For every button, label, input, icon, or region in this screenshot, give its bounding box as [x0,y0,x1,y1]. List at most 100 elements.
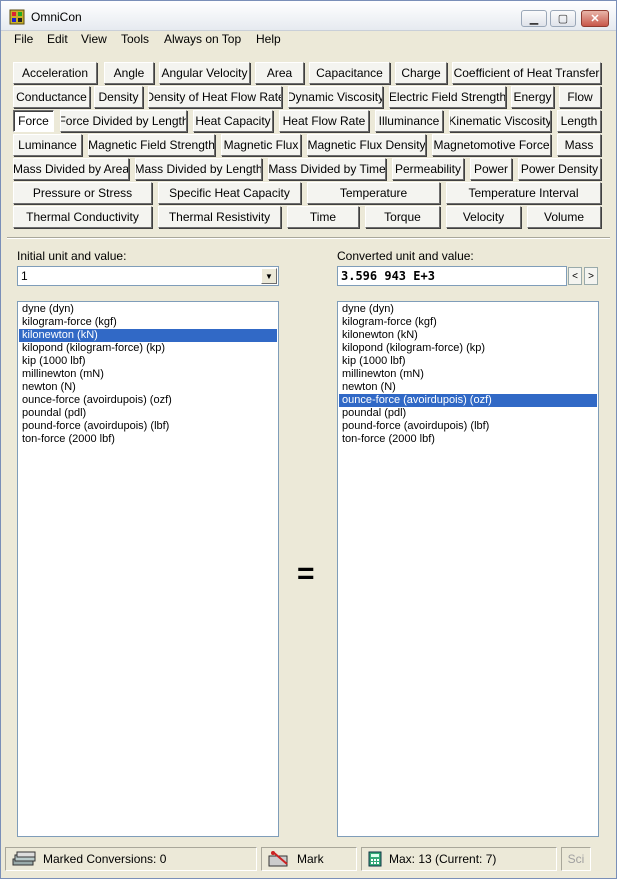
category-luminance[interactable]: Luminance [13,134,82,156]
category-thermal-resistivity[interactable]: Thermal Resistivity [158,206,281,228]
converted-unit-item[interactable]: ton-force (2000 lbf) [339,433,597,446]
converted-unit-list[interactable]: dyne (dyn) kilogram-force (kgf) kilonewton… [337,301,599,837]
category-density-of-heat-flow-rate[interactable]: Density of Heat Flow Rate [148,86,282,108]
category-flow[interactable]: Flow [559,86,601,108]
category-magnetic-field-strength[interactable]: Magnetic Field Strength [88,134,215,156]
category-heat-flow-rate[interactable]: Heat Flow Rate [279,110,369,132]
converted-unit-item[interactable]: pound-force (avoirdupois) (lbf) [339,420,597,433]
initial-unit-item[interactable]: kilogram-force (kgf) [19,316,277,329]
converted-unit-item[interactable]: poundal (pdl) [339,407,597,420]
initial-unit-item[interactable]: ton-force (2000 lbf) [19,433,277,446]
category-temperature[interactable]: Temperature [307,182,440,204]
initial-unit-item[interactable]: ounce-force (avoirdupois) (ozf) [19,394,277,407]
category-velocity[interactable]: Velocity [446,206,521,228]
omnicon-app-icon [9,9,25,25]
mark-icon [268,851,288,867]
chevron-left-icon: < [572,270,578,282]
maximize-button[interactable]: ▢ [550,10,576,27]
precision-panel: Max: 13 (Current: 7) [361,847,557,871]
category-density[interactable]: Density [94,86,143,108]
calculator-icon [368,851,382,867]
category-electric-field-strength[interactable]: Electric Field Strength [389,86,506,108]
marked-conversions-text: Marked Conversions: 0 [43,852,167,866]
category-temperature-interval[interactable]: Temperature Interval [446,182,601,204]
menu-help[interactable]: Help [256,32,281,46]
converted-unit-item[interactable]: kilonewton (kN) [339,329,597,342]
initial-unit-item[interactable]: pound-force (avoirdupois) (lbf) [19,420,277,433]
converted-unit-item[interactable]: kip (1000 lbf) [339,355,597,368]
category-angle[interactable]: Angle [104,62,154,84]
equals-sign: = [297,557,315,590]
initial-unit-item[interactable]: newton (N) [19,381,277,394]
category-specific-heat-capacity[interactable]: Specific Heat Capacity [158,182,301,204]
initial-unit-item[interactable]: kilonewton (kN) [19,329,277,342]
increase-precision-button[interactable]: > [584,267,598,285]
category-volume[interactable]: Volume [527,206,601,228]
initial-unit-item[interactable]: dyne (dyn) [19,303,277,316]
menu-file[interactable]: File [14,32,33,46]
chevron-down-icon[interactable]: ▼ [261,268,277,284]
decrease-precision-button[interactable]: < [568,267,582,285]
category-power-density[interactable]: Power Density [518,158,601,180]
initial-unit-item[interactable]: kip (1000 lbf) [19,355,277,368]
mark-button[interactable]: Mark [261,847,357,871]
category-force-divided-by-length[interactable]: Force Divided by Length [60,110,187,132]
category-torque[interactable]: Torque [365,206,440,228]
initial-unit-item[interactable]: millinewton (mN) [19,368,277,381]
minimize-button[interactable]: ▁ [521,10,547,27]
menu-always-on-top[interactable]: Always on Top [164,32,241,46]
category-acceleration[interactable]: Acceleration [13,62,97,84]
menu-view[interactable]: View [81,32,107,46]
converted-unit-item[interactable]: kilogram-force (kgf) [339,316,597,329]
category-time[interactable]: Time [287,206,359,228]
app-window: OmniCon ▁ ▢ ✕ File Edit View Tools Alway… [0,0,617,879]
category-dynamic-viscosity[interactable]: Dynamic Viscosity [288,86,383,108]
category-illuminance[interactable]: Illuminance [375,110,443,132]
category-thermal-conductivity[interactable]: Thermal Conductivity [13,206,152,228]
category-magnetomotive-force[interactable]: Magnetomotive Force [432,134,551,156]
category-button-panel: Acceleration Angle Angular Velocity Area… [7,57,610,233]
converted-unit-item[interactable]: dyne (dyn) [339,303,597,316]
converted-unit-item[interactable]: newton (N) [339,381,597,394]
converted-value-field[interactable]: 3.596 943 E+3 [337,266,567,286]
category-area[interactable]: Area [255,62,304,84]
category-kinematic-viscosity[interactable]: Kinematic Viscosity [449,110,551,132]
initial-unit-item[interactable]: kilopond (kilogram-force) (kp) [19,342,277,355]
category-coefficient-of-heat-transfer[interactable]: Coefficient of Heat Transfer [452,62,601,84]
category-magnetic-flux[interactable]: Magnetic Flux [221,134,301,156]
initial-value-text: 1 [21,269,28,283]
window-title: OmniCon [31,10,82,24]
precision-text: Max: 13 (Current: 7) [389,852,497,866]
marked-conversions-panel: Marked Conversions: 0 [5,847,257,871]
category-pressure-or-stress[interactable]: Pressure or Stress [13,182,152,204]
category-heat-capacity[interactable]: Heat Capacity [193,110,273,132]
category-conductance[interactable]: Conductance [13,86,90,108]
initial-value-combobox[interactable]: 1 ▼ [17,266,279,286]
maximize-icon: ▢ [557,13,569,25]
category-permeability[interactable]: Permeability [392,158,464,180]
category-force[interactable]: Force [13,110,54,132]
category-mass-divided-by-length[interactable]: Mass Divided by Length [135,158,262,180]
sci-toggle[interactable]: Sci [561,847,591,871]
initial-unit-label: Initial unit and value: [17,249,127,263]
menu-tools[interactable]: Tools [121,32,149,46]
initial-unit-item[interactable]: poundal (pdl) [19,407,277,420]
category-mass-divided-by-area[interactable]: Mass Divided by Area [13,158,129,180]
category-charge[interactable]: Charge [395,62,447,84]
converted-unit-item[interactable]: millinewton (mN) [339,368,597,381]
category-mass[interactable]: Mass [557,134,601,156]
category-capacitance[interactable]: Capacitance [309,62,390,84]
category-angular-velocity[interactable]: Angular Velocity [159,62,250,84]
divider [7,237,610,239]
category-mass-divided-by-time[interactable]: Mass Divided by Time [268,158,386,180]
converted-unit-item[interactable]: kilopond (kilogram-force) (kp) [339,342,597,355]
close-button[interactable]: ✕ [581,10,609,27]
category-power[interactable]: Power [470,158,512,180]
initial-unit-list[interactable]: dyne (dyn) kilogram-force (kgf) kilonewton… [17,301,279,837]
category-energy[interactable]: Energy [511,86,554,108]
converted-unit-item[interactable]: ounce-force (avoirdupois) (ozf) [339,394,597,407]
menu-edit[interactable]: Edit [47,32,68,46]
category-length[interactable]: Length [557,110,601,132]
title-bar[interactable]: OmniCon ▁ ▢ ✕ [1,1,616,31]
category-magnetic-flux-density[interactable]: Magnetic Flux Density [307,134,426,156]
